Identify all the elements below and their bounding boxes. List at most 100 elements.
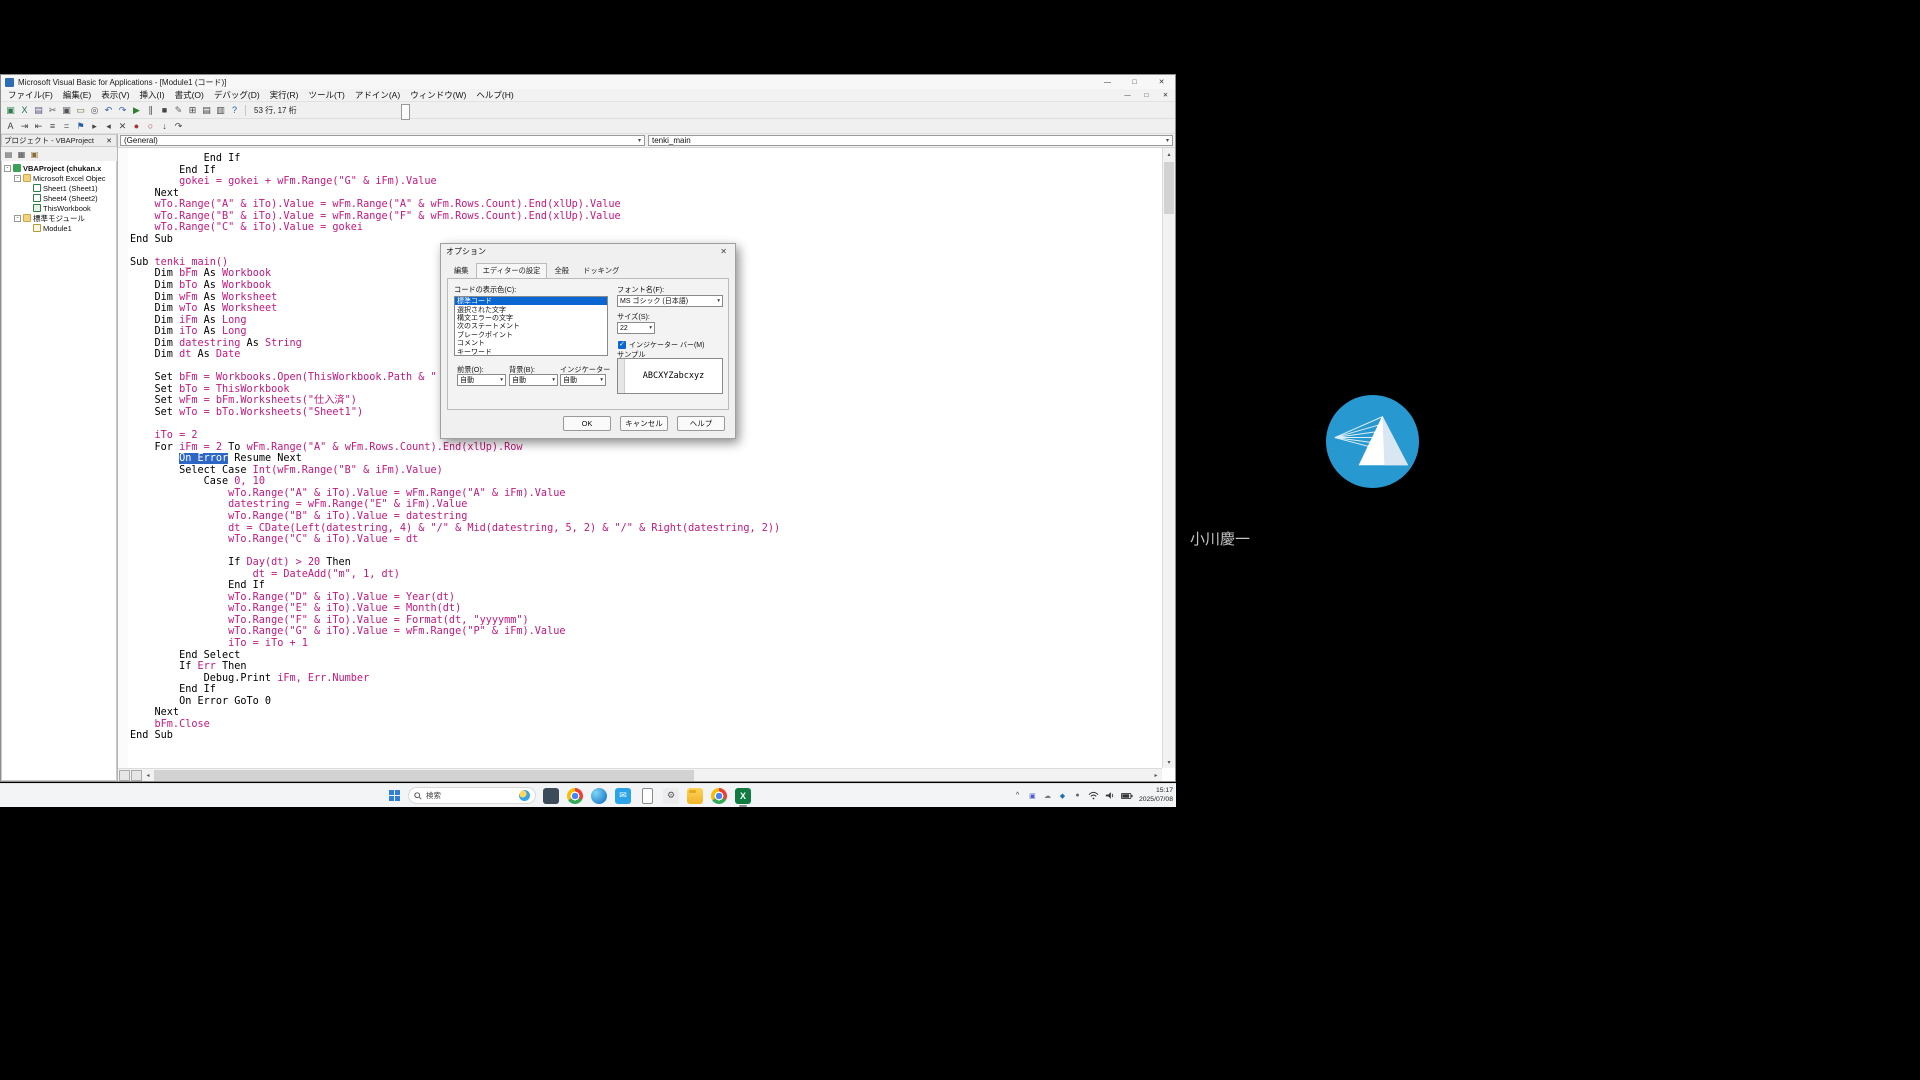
- redo-icon[interactable]: ↷: [116, 104, 129, 117]
- step-into-icon[interactable]: ↓: [158, 120, 171, 133]
- font-name-dropdown[interactable]: MS ゴシック (日本語) ▾: [617, 295, 723, 307]
- undo-icon[interactable]: ↶: [102, 104, 115, 117]
- split-handle[interactable]: [119, 770, 130, 781]
- color-list-item[interactable]: キーワード: [455, 347, 607, 355]
- wifi-icon[interactable]: [1088, 791, 1099, 800]
- outdent-icon[interactable]: ⇤: [32, 120, 45, 133]
- clear-breakpoints-icon[interactable]: ○: [144, 120, 157, 133]
- cut-icon[interactable]: ✂: [46, 104, 59, 117]
- breakpoint-icon[interactable]: ●: [130, 120, 143, 133]
- copy-icon[interactable]: ▣: [60, 104, 73, 117]
- teams-icon[interactable]: ▣: [1028, 792, 1037, 800]
- step-over-icon[interactable]: ↷: [172, 120, 185, 133]
- reset-icon[interactable]: ■: [158, 104, 171, 117]
- menu-item-4[interactable]: 書式(O): [170, 89, 209, 101]
- phone-link-icon[interactable]: [639, 788, 655, 804]
- menu-item-3[interactable]: 挿入(I): [135, 89, 170, 101]
- mdi-close-button[interactable]: ✕: [1156, 91, 1175, 99]
- battery-icon[interactable]: [1121, 792, 1133, 800]
- ok-button[interactable]: OK: [563, 416, 611, 431]
- comment-icon[interactable]: ≡: [46, 120, 59, 133]
- tree-item[interactable]: Module1: [2, 223, 116, 233]
- tree-item[interactable]: ThisWorkbook: [2, 203, 116, 213]
- menu-item-10[interactable]: ヘルプ(H): [471, 89, 518, 101]
- next-bookmark-icon[interactable]: ▸: [88, 120, 101, 133]
- taskbar-search[interactable]: 検索: [408, 787, 536, 804]
- run-icon[interactable]: ▶: [130, 104, 143, 117]
- procedure-dropdown[interactable]: tenki_main ▾: [648, 135, 1173, 146]
- indicator-bar-checkbox[interactable]: ✓ インジケーター バー(M): [618, 340, 704, 350]
- menu-item-7[interactable]: ツール(T): [303, 89, 349, 101]
- indicator-dropdown[interactable]: 自動 ▾: [560, 374, 606, 386]
- horizontal-scroll-thumb[interactable]: [154, 770, 694, 781]
- object-dropdown[interactable]: (General) ▾: [120, 135, 645, 146]
- find-icon[interactable]: ◎: [88, 104, 101, 117]
- tree-item[interactable]: -Microsoft Excel Objec: [2, 173, 116, 183]
- bookmark-icon[interactable]: ⚑: [74, 120, 87, 133]
- scroll-down-icon[interactable]: ▾: [1163, 756, 1175, 768]
- vertical-scrollbar[interactable]: ▴ ▾: [1162, 148, 1175, 768]
- tree-item[interactable]: Sheet1 (Sheet1): [2, 183, 116, 193]
- view-excel-icon[interactable]: X: [18, 104, 31, 117]
- dialog-tab-2[interactable]: 全般: [547, 263, 576, 279]
- complete-word-icon[interactable]: A: [4, 120, 17, 133]
- uncomment-icon[interactable]: =: [60, 120, 73, 133]
- tree-expander-icon[interactable]: -: [14, 175, 21, 182]
- tree-expander-icon[interactable]: -: [14, 215, 21, 222]
- menu-item-1[interactable]: 編集(E): [58, 89, 96, 101]
- maximize-button[interactable]: □: [1121, 75, 1148, 89]
- prev-bookmark-icon[interactable]: ◂: [102, 120, 115, 133]
- design-mode-icon[interactable]: ✎: [172, 104, 185, 117]
- start-button[interactable]: [389, 790, 401, 802]
- object-browser-icon[interactable]: ▥: [214, 104, 227, 117]
- cancel-button[interactable]: キャンセル: [620, 416, 668, 431]
- mdi-restore-button[interactable]: □: [1137, 91, 1156, 99]
- file-explorer-icon[interactable]: [687, 788, 703, 804]
- toggle-folders-icon[interactable]: ▣: [29, 149, 40, 160]
- save-icon[interactable]: ▤: [32, 104, 45, 117]
- foreground-dropdown[interactable]: 自動 ▾: [457, 374, 506, 386]
- dialog-close-icon[interactable]: ✕: [717, 247, 730, 256]
- minimize-button[interactable]: —: [1094, 75, 1121, 89]
- menu-item-0[interactable]: ファイル(F): [3, 89, 58, 101]
- help-button[interactable]: ヘルプ: [677, 416, 725, 431]
- indent-icon[interactable]: ⇥: [18, 120, 31, 133]
- dialog-tab-0[interactable]: 編集: [447, 263, 476, 279]
- mail-icon[interactable]: ✉: [615, 788, 631, 804]
- split-handle[interactable]: [131, 770, 142, 781]
- break-icon[interactable]: ∥: [144, 104, 157, 117]
- font-size-dropdown[interactable]: 22 ▾: [617, 322, 655, 334]
- vbe-icon[interactable]: ▣: [4, 104, 17, 117]
- onedrive-icon[interactable]: ☁: [1043, 792, 1052, 800]
- mdi-minimize-button[interactable]: —: [1118, 91, 1137, 99]
- properties-icon[interactable]: ▤: [200, 104, 213, 117]
- menu-item-9[interactable]: ウィンドウ(W): [405, 89, 471, 101]
- code-colors-listbox[interactable]: 標準コード選択された文字構文エラーの文字次のステートメントブレークポイントコメン…: [454, 296, 608, 356]
- project-explorer-close-icon[interactable]: ✕: [104, 137, 114, 145]
- paste-icon[interactable]: ▭: [74, 104, 87, 117]
- background-dropdown[interactable]: 自動 ▾: [509, 374, 558, 386]
- widgets-icon[interactable]: [543, 788, 559, 804]
- project-explorer-icon[interactable]: ⊞: [186, 104, 199, 117]
- taskbar-clock[interactable]: 15:17 2025/07/08: [1139, 787, 1173, 804]
- horizontal-scrollbar[interactable]: ◂ ▸: [118, 768, 1162, 781]
- view-object-icon[interactable]: ▦: [16, 149, 27, 160]
- scroll-right-icon[interactable]: ▸: [1150, 772, 1162, 779]
- excel-icon[interactable]: X: [735, 788, 751, 804]
- view-code-icon[interactable]: ▤: [3, 149, 14, 160]
- browser-icon[interactable]: [711, 788, 727, 804]
- edge-icon[interactable]: [591, 788, 607, 804]
- scroll-up-icon[interactable]: ▴: [1163, 148, 1175, 160]
- scroll-left-icon[interactable]: ◂: [142, 772, 154, 779]
- menu-item-2[interactable]: 表示(V): [96, 89, 134, 101]
- dialog-tab-3[interactable]: ドッキング: [576, 263, 626, 279]
- settings-icon[interactable]: ⚙: [663, 788, 679, 804]
- volume-icon[interactable]: [1105, 791, 1115, 800]
- dialog-tab-1[interactable]: エディターの設定: [476, 263, 548, 279]
- menu-item-8[interactable]: アドイン(A): [350, 89, 405, 101]
- mic-icon[interactable]: ●: [1073, 792, 1082, 799]
- tree-expander-icon[interactable]: -: [4, 165, 11, 172]
- vertical-scroll-thumb[interactable]: [1164, 162, 1174, 214]
- tree-item[interactable]: -標準モジュール: [2, 213, 116, 223]
- help-icon[interactable]: ?: [228, 104, 241, 117]
